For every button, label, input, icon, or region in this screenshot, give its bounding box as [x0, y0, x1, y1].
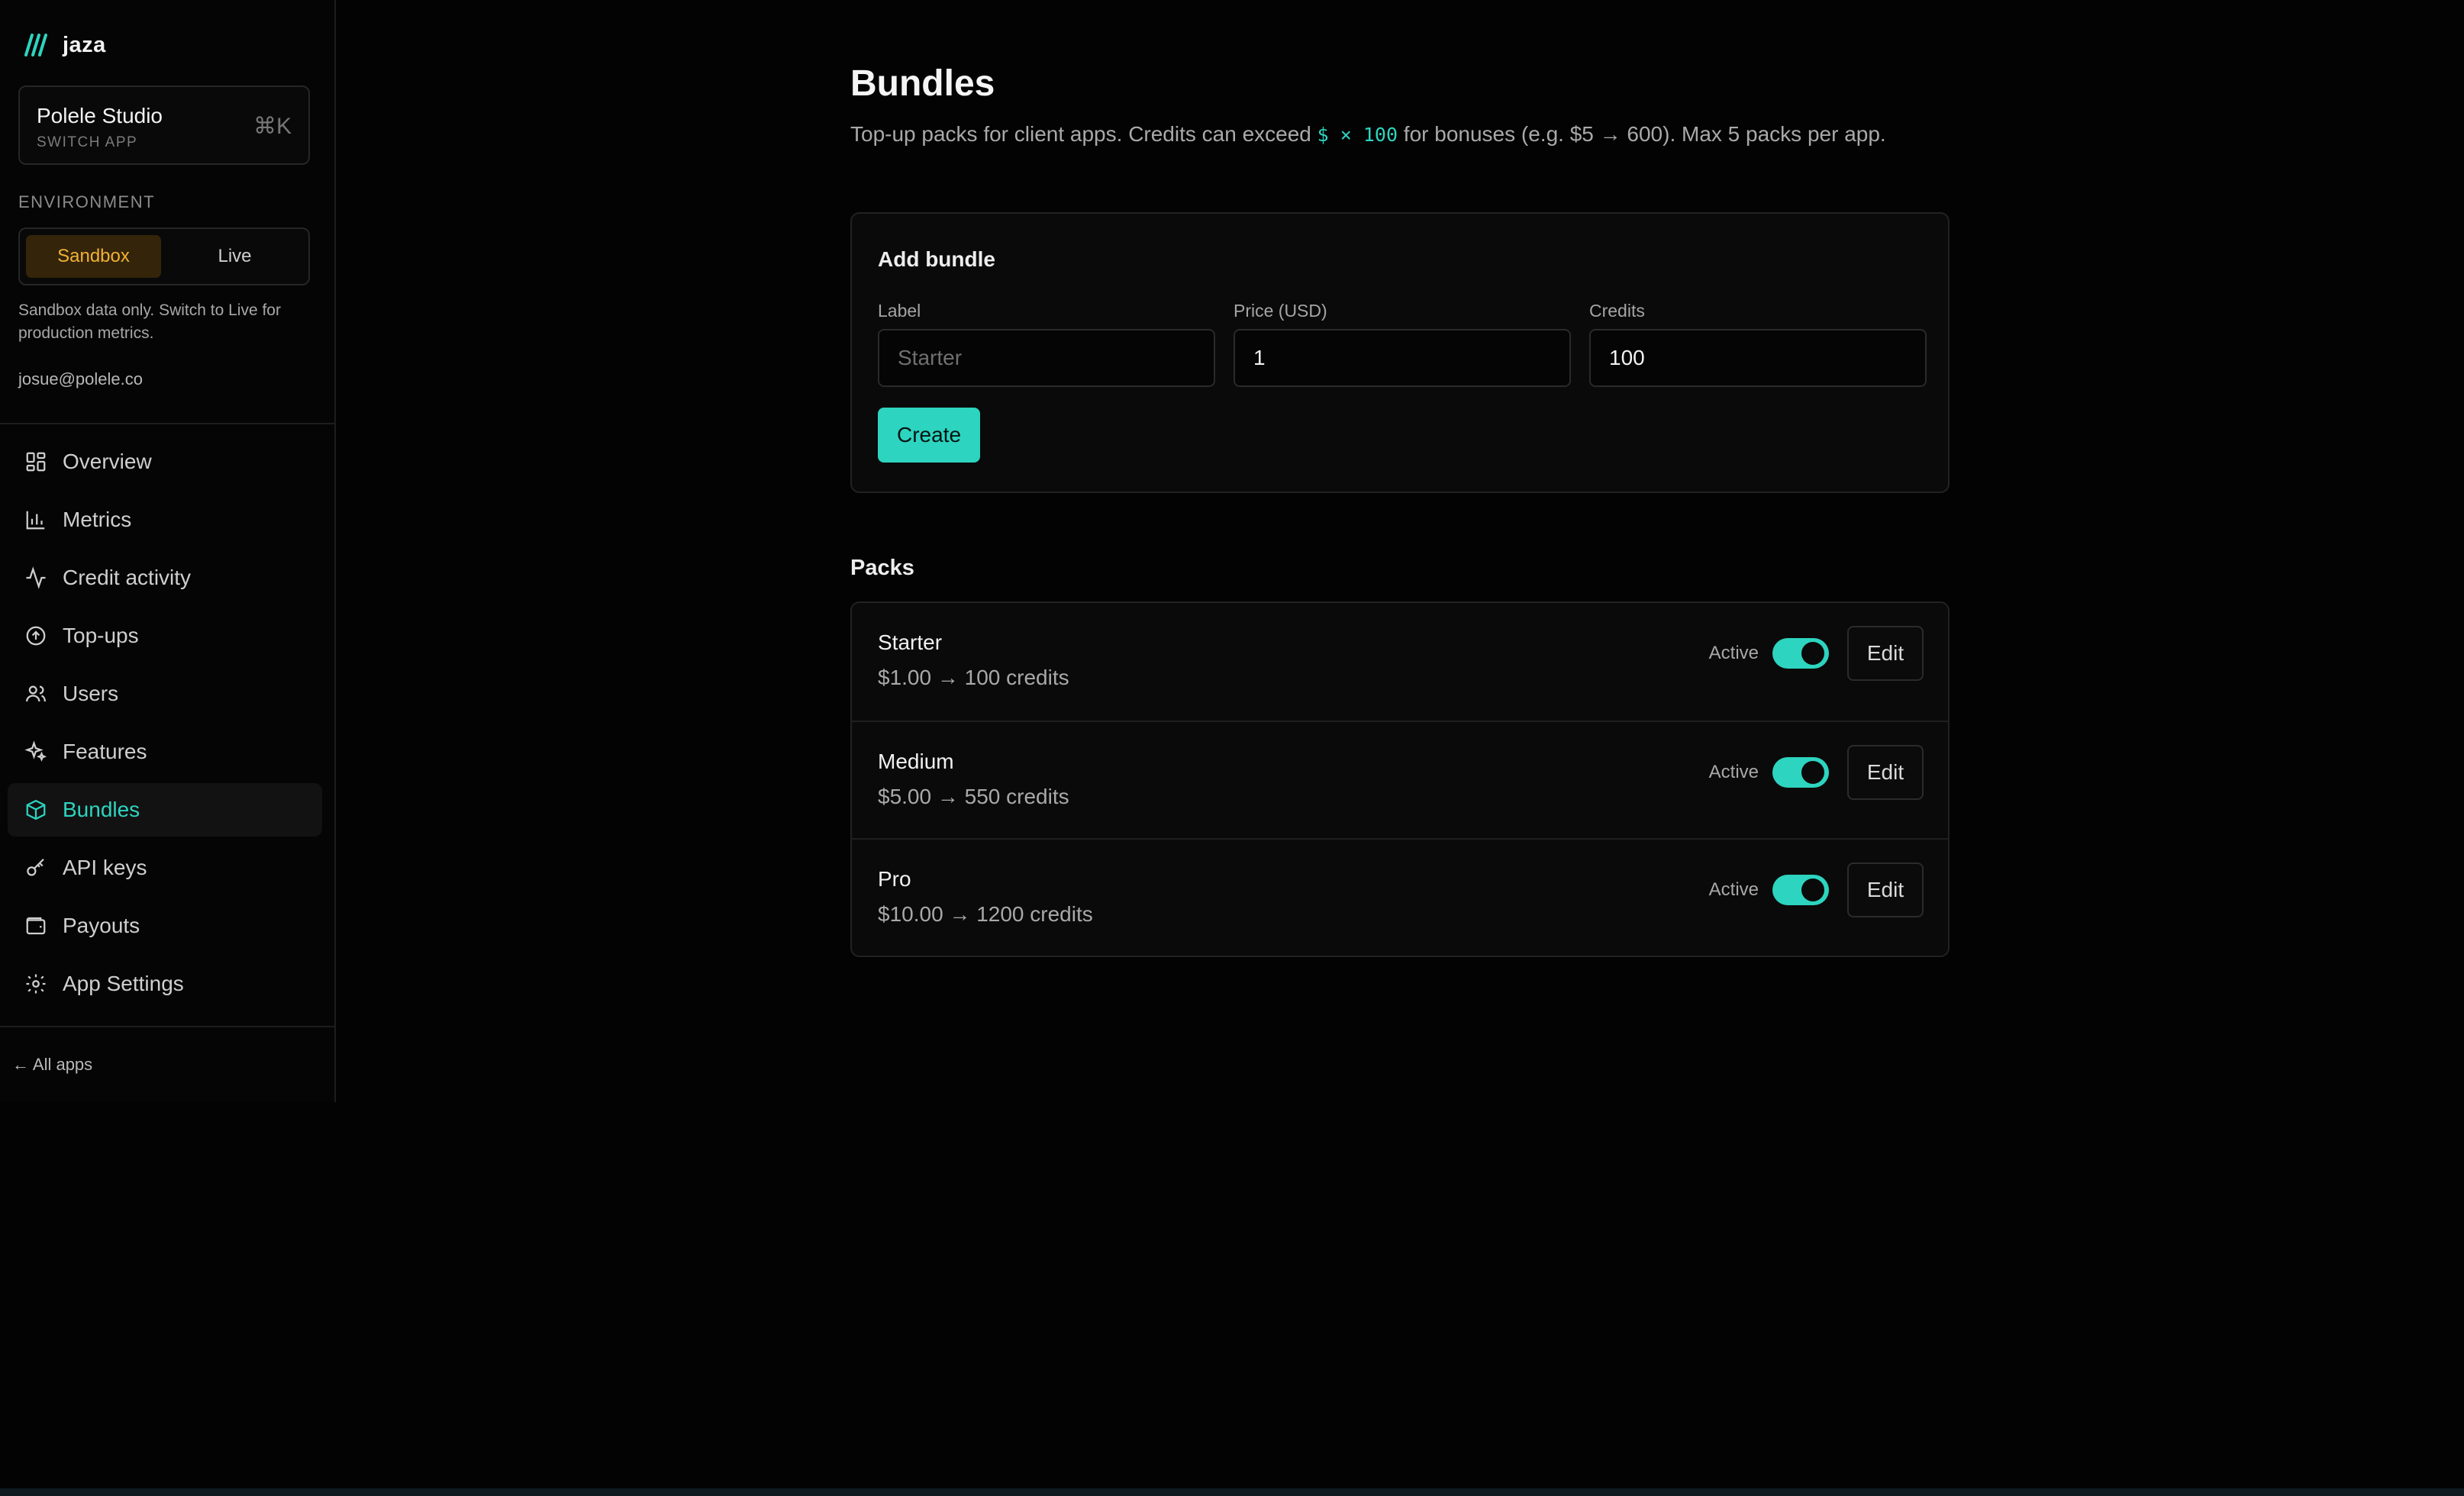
- create-button[interactable]: Create: [878, 408, 980, 463]
- list-item: Starter $1.00 → 100 credits Active Edit: [852, 603, 1948, 721]
- credits-field-label: Credits: [1589, 301, 1645, 321]
- user-email: josue@polele.co: [18, 369, 143, 389]
- pack-name: Pro: [878, 867, 911, 891]
- environment-label: ENVIRONMENT: [18, 192, 156, 211]
- arrow-up-circle-icon: [26, 626, 46, 646]
- pack-name: Medium: [878, 750, 954, 773]
- page-title: Bundles: [850, 63, 995, 104]
- sidebar-divider: [0, 423, 336, 424]
- sidebar-item-label: Top-ups: [63, 624, 139, 647]
- sidebar-item-credit-activity[interactable]: Credit activity: [8, 551, 322, 605]
- sidebar-item-label: API keys: [63, 856, 147, 879]
- package-icon: [26, 799, 46, 821]
- wallet-icon: [26, 917, 46, 935]
- jaza-logo-icon: [24, 34, 47, 56]
- brand[interactable]: jaza: [20, 31, 106, 60]
- sidebar: jaza Polele Studio SWITCH APP ⌘K ENVIRON…: [0, 0, 336, 1102]
- all-apps-link[interactable]: ← All apps: [12, 1055, 92, 1075]
- packs-title: Packs: [850, 556, 914, 580]
- environment-sandbox-option[interactable]: Sandbox: [26, 235, 161, 278]
- page-subtitle-text-end: for bonuses (e.g. $5 → 600). Max 5 packs…: [1398, 122, 1886, 146]
- sidebar-item-app-settings[interactable]: App Settings: [8, 957, 322, 1011]
- activity-icon: [26, 566, 46, 589]
- sidebar-item-label: App Settings: [63, 972, 184, 995]
- sidebar-item-label: Credit activity: [63, 566, 192, 589]
- pack-status-label: Active: [1708, 879, 1759, 900]
- pack-name: Starter: [878, 630, 943, 654]
- credits-field-group: Credits: [1589, 301, 1927, 387]
- sidebar-item-overview[interactable]: Overview: [8, 435, 322, 488]
- sidebar-item-api-keys[interactable]: API keys: [8, 841, 322, 895]
- active-toggle[interactable]: [1772, 757, 1829, 788]
- sidebar-nav: Overview Metrics Credit activity Top-ups…: [8, 435, 322, 1015]
- key-icon: [27, 858, 44, 876]
- page-subtitle-text: Top-up packs for client apps. Credits ca…: [850, 122, 1317, 146]
- price-field-label: Price (USD): [1234, 301, 1327, 321]
- list-item: Pro $10.00 → 1200 credits Active Edit: [852, 838, 1948, 956]
- dashboard-icon: [26, 452, 46, 472]
- packs-list: Starter $1.00 → 100 credits Active Edit …: [850, 601, 1950, 957]
- sidebar-item-top-ups[interactable]: Top-ups: [8, 609, 322, 663]
- sidebar-divider: [0, 1026, 336, 1027]
- bar-chart-icon: [26, 511, 45, 530]
- pack-price: $5.00 → 550 credits: [878, 785, 1069, 808]
- active-toggle[interactable]: [1772, 638, 1829, 669]
- users-icon: [26, 685, 46, 702]
- price-input[interactable]: [1234, 329, 1571, 387]
- credits-input[interactable]: [1589, 329, 1927, 387]
- window-bottom-edge: [0, 1488, 2464, 1496]
- sidebar-item-users[interactable]: Users: [8, 667, 322, 721]
- add-bundle-card: Add bundle Label Price (USD) Credits Cre…: [850, 212, 1950, 493]
- toggle-knob: [1801, 879, 1824, 901]
- edit-button[interactable]: Edit: [1847, 745, 1924, 800]
- sidebar-item-label: Payouts: [63, 914, 140, 937]
- label-input[interactable]: [878, 329, 1215, 387]
- environment-note: Sandbox data only. Switch to Live for pr…: [18, 301, 281, 342]
- sidebar-item-payouts[interactable]: Payouts: [8, 899, 322, 953]
- pack-status-label: Active: [1708, 762, 1759, 782]
- sidebar-item-bundles[interactable]: Bundles: [8, 783, 322, 837]
- edit-button[interactable]: Edit: [1847, 862, 1924, 917]
- list-item: Medium $5.00 → 550 credits Active Edit: [852, 721, 1948, 838]
- sidebar-item-label: Users: [63, 682, 119, 705]
- price-field-group: Price (USD): [1234, 301, 1571, 387]
- toggle-knob: [1801, 642, 1824, 665]
- add-bundle-title: Add bundle: [878, 247, 995, 271]
- sidebar-item-label: Overview: [63, 450, 152, 473]
- sidebar-item-label: Metrics: [63, 508, 132, 531]
- sidebar-item-label: Features: [63, 740, 147, 763]
- active-toggle[interactable]: [1772, 875, 1829, 905]
- environment-live-option[interactable]: Live: [167, 235, 302, 278]
- pack-price: $10.00 → 1200 credits: [878, 902, 1093, 926]
- page-subtitle-code: $ × 100: [1317, 124, 1398, 146]
- sidebar-item-metrics[interactable]: Metrics: [8, 493, 322, 546]
- sidebar-item-label: Bundles: [63, 798, 140, 821]
- edit-button[interactable]: Edit: [1847, 626, 1924, 681]
- app-root: jaza Polele Studio SWITCH APP ⌘K ENVIRON…: [0, 0, 2464, 1496]
- app-switcher-shortcut: ⌘K: [253, 114, 292, 139]
- brand-name: jaza: [63, 32, 106, 57]
- label-field-label: Label: [878, 301, 921, 321]
- gear-icon: [26, 974, 46, 994]
- pack-price: $1.00 → 100 credits: [878, 666, 1069, 689]
- toggle-knob: [1801, 761, 1824, 784]
- label-field-group: Label: [878, 301, 1215, 387]
- sidebar-item-features[interactable]: Features: [8, 725, 322, 779]
- sparkles-icon: [24, 740, 47, 762]
- page-subtitle: Top-up packs for client apps. Credits ca…: [850, 122, 1886, 147]
- environment-toggle: Sandbox Live: [18, 227, 310, 285]
- pack-status-label: Active: [1708, 643, 1759, 663]
- app-switcher[interactable]: Polele Studio SWITCH APP ⌘K: [18, 85, 310, 165]
